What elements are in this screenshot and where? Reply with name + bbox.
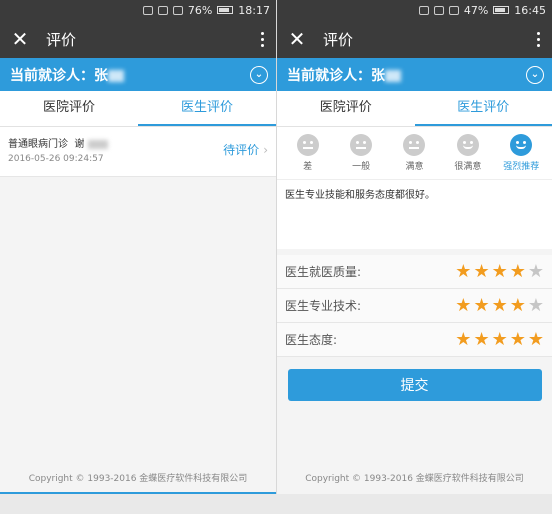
bottom-divider (0, 492, 276, 494)
chevron-down-icon[interactable]: ⌄ (250, 65, 268, 84)
patient-label: 当前就诊人：张 (10, 67, 108, 84)
battery-icon (217, 6, 234, 14)
star-filled-icon[interactable]: ★ (492, 330, 508, 349)
doctor-name: 谢 (74, 139, 85, 150)
star-filled-icon[interactable]: ★ (455, 296, 471, 315)
close-icon[interactable]: ✕ (8, 27, 32, 51)
submit-button[interactable]: 提交 (287, 369, 542, 401)
star-filled-icon[interactable]: ★ (473, 330, 489, 349)
chevron-down-icon[interactable]: ⌄ (526, 65, 544, 84)
signal-icon (172, 5, 183, 15)
dept-name: 普通眼病门诊 (8, 139, 68, 150)
clock: 18:17 (238, 3, 270, 17)
star-filled-icon[interactable]: ★ (528, 330, 544, 349)
rating-label: 医生专业技术: (285, 299, 362, 313)
sad-face-icon (296, 134, 319, 156)
rating-label: 医生就医质量: (285, 265, 362, 279)
face-option-fair[interactable]: 一般 (337, 134, 385, 172)
star-rating[interactable]: ★ ★ ★ ★ ★ (455, 296, 544, 315)
star-filled-icon[interactable]: ★ (492, 296, 508, 315)
copyright-footer: Copyright © 1993-2016 金蝶医疗软件科技有限公司 (305, 474, 524, 484)
alarm-icon (418, 5, 429, 15)
copyright-footer: Copyright © 1993-2016 金蝶医疗软件科技有限公司 (28, 474, 248, 484)
wifi-icon (433, 5, 444, 15)
ratings-list: 医生就医质量: ★ ★ ★ ★ ★ 医生专业技术: ★ ★ ★ ★ ★ 医生态度: ★ ★ ★ ★ ★ (277, 255, 552, 357)
rating-row: 医生专业技术: ★ ★ ★ ★ ★ (277, 289, 552, 323)
page-title: 评价 (46, 30, 77, 49)
blurred-name (108, 69, 124, 82)
battery-percent: 47% (463, 3, 489, 17)
happy-face-icon (510, 134, 533, 156)
face-option-very-satisfied[interactable]: 很满意 (444, 134, 492, 172)
rating-row: 医生态度: ★ ★ ★ ★ ★ (277, 323, 552, 357)
page-title: 评价 (323, 30, 354, 49)
rating-label: 医生态度: (285, 333, 338, 347)
chevron-right-icon: › (263, 143, 268, 157)
star-rating[interactable]: ★ ★ ★ ★ ★ (455, 330, 544, 349)
star-empty-icon[interactable]: ★ (528, 262, 544, 281)
smile-face-icon (456, 134, 479, 156)
rating-row: 医生就医质量: ★ ★ ★ ★ ★ (277, 255, 552, 289)
star-filled-icon[interactable]: ★ (455, 262, 471, 281)
star-rating[interactable]: ★ ★ ★ ★ ★ (455, 262, 544, 281)
more-menu-icon[interactable] (532, 31, 544, 47)
blurred-name (385, 69, 401, 82)
patient-bar[interactable]: 当前就诊人：张 ⌄ (277, 58, 552, 91)
battery-icon (493, 6, 510, 14)
neutral-face-icon (350, 134, 373, 156)
list-item[interactable]: 普通眼病门诊 谢 2016-05-26 09:24:57 待评价 › (0, 127, 276, 177)
neutral-face-icon (403, 134, 426, 156)
title-bar: ✕ 评价 (277, 20, 552, 58)
star-filled-icon[interactable]: ★ (510, 262, 526, 281)
tab-bar: 医院评价 医生评价 (0, 91, 276, 127)
tab-hospital-review[interactable]: 医院评价 (277, 91, 415, 126)
signal-icon (448, 5, 459, 15)
star-filled-icon[interactable]: ★ (510, 296, 526, 315)
pending-review-link[interactable]: 待评价 (223, 143, 259, 157)
tab-hospital-review[interactable]: 医院评价 (0, 91, 138, 126)
satisfaction-faces: 差 一般 满意 很满意 强烈推荐 (277, 127, 552, 179)
more-menu-icon[interactable] (256, 31, 268, 47)
battery-percent: 76% (187, 3, 213, 17)
face-option-satisfied[interactable]: 满意 (390, 134, 438, 172)
star-filled-icon[interactable]: ★ (492, 262, 508, 281)
star-filled-icon[interactable]: ★ (510, 330, 526, 349)
clock: 16:45 (514, 3, 546, 17)
close-icon[interactable]: ✕ (285, 27, 309, 51)
tab-bar: 医院评价 医生评价 (277, 91, 552, 127)
blurred-doctor (88, 139, 109, 149)
wifi-icon (157, 5, 168, 15)
right-screen: 47% 16:45 ✕ 评价 当前就诊人：张 ⌄ 医院评价 医生评价 差 一般 … (276, 0, 552, 494)
patient-bar[interactable]: 当前就诊人：张 ⌄ (0, 58, 276, 91)
alarm-icon (142, 5, 153, 15)
patient-label: 当前就诊人：张 (287, 67, 385, 84)
tab-doctor-review[interactable]: 医生评价 (414, 91, 552, 126)
comment-textarea[interactable]: 医生专业技能和服务态度都很好。 (277, 179, 552, 249)
tab-doctor-review[interactable]: 医生评价 (138, 91, 276, 126)
face-option-poor[interactable]: 差 (284, 134, 332, 172)
star-empty-icon[interactable]: ★ (528, 296, 544, 315)
face-option-recommend[interactable]: 强烈推荐 (497, 134, 545, 172)
star-filled-icon[interactable]: ★ (473, 296, 489, 315)
star-filled-icon[interactable]: ★ (473, 262, 489, 281)
star-filled-icon[interactable]: ★ (455, 330, 471, 349)
status-bar: 76% 18:17 (0, 0, 276, 20)
status-bar: 47% 16:45 (277, 0, 552, 20)
title-bar: ✕ 评价 (0, 20, 276, 58)
left-screen: 76% 18:17 ✕ 评价 当前就诊人：张 ⌄ 医院评价 医生评价 普通眼病门… (0, 0, 276, 494)
